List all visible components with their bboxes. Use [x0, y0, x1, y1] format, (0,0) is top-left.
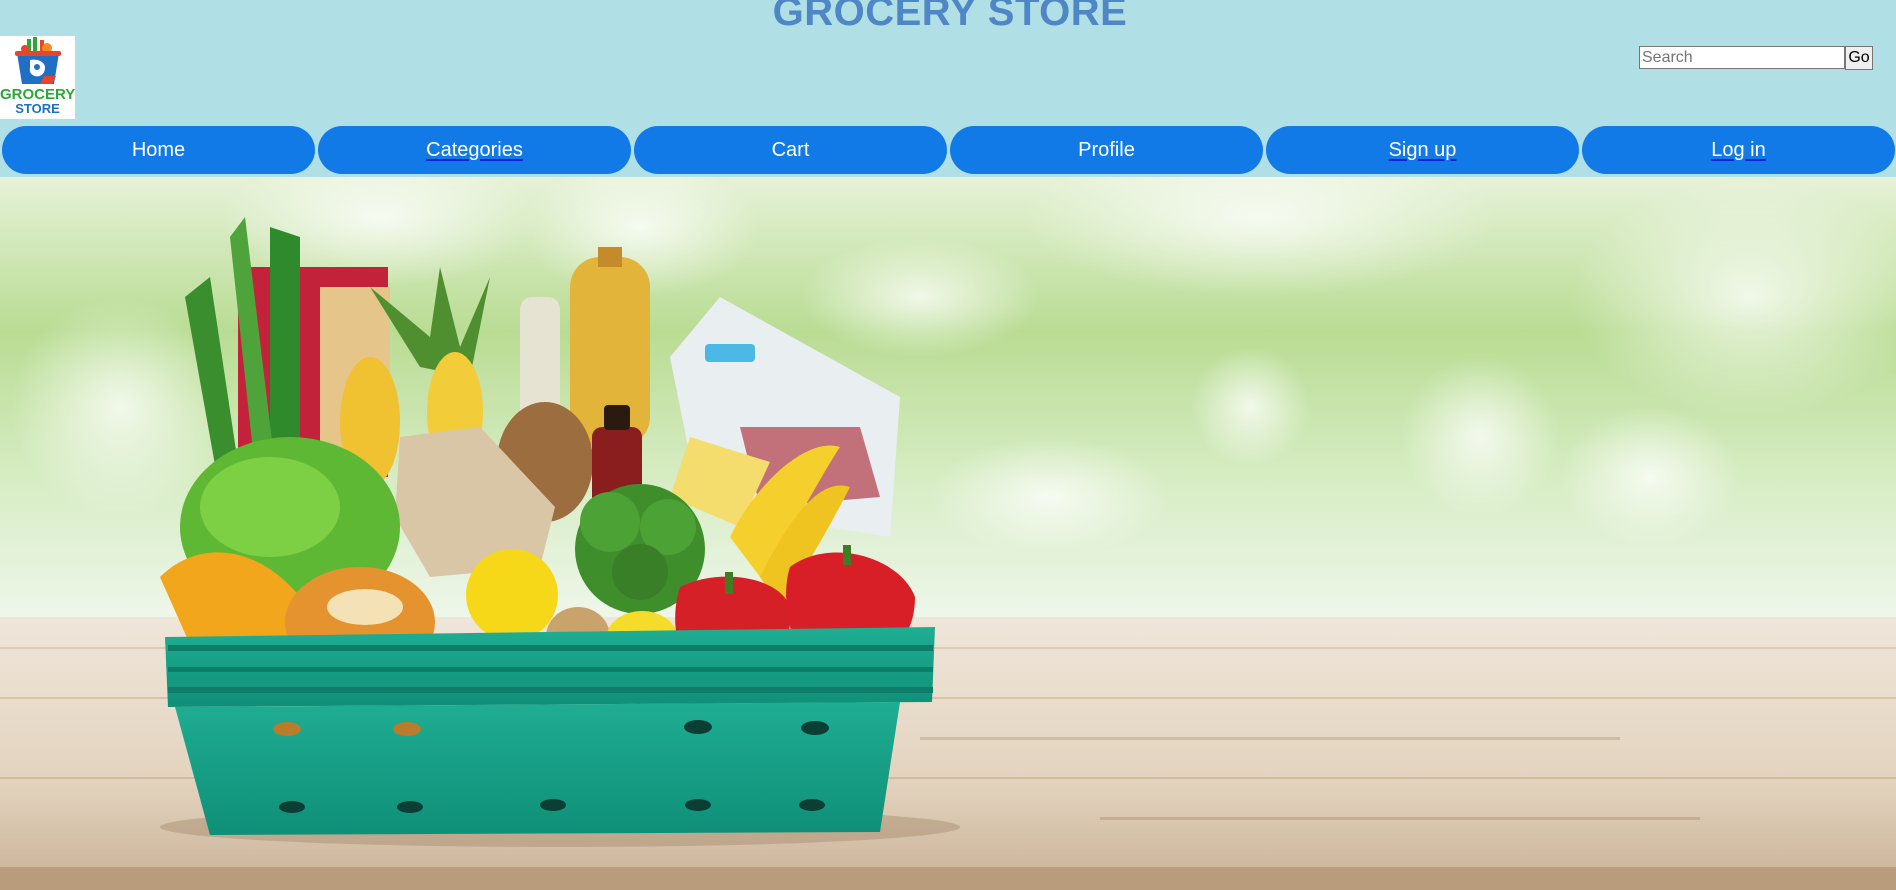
nav-profile[interactable]: Profile: [950, 126, 1263, 174]
search-input[interactable]: [1639, 46, 1845, 69]
nav-sign-up-label: Sign up: [1388, 139, 1457, 161]
nav-cart-label: Cart: [771, 139, 810, 161]
store-logo[interactable]: GROCERY STORE: [0, 36, 75, 119]
nav-categories[interactable]: Categories: [318, 126, 631, 174]
site-title: GROCERY STORE: [772, 0, 1128, 34]
nav-cart[interactable]: Cart: [634, 126, 947, 174]
nav-sign-up[interactable]: Sign up: [1266, 126, 1579, 174]
main-nav: Home Categories Cart Profile Sign up Log…: [2, 126, 1896, 174]
search-form: Go: [1639, 46, 1873, 70]
go-button[interactable]: Go: [1845, 46, 1873, 70]
nav-home[interactable]: Home: [2, 126, 315, 174]
logo-text-grocery: GROCERY: [0, 86, 75, 103]
nav-profile-label: Profile: [1078, 139, 1135, 161]
nav-categories-label: Categories: [426, 139, 523, 161]
logo-text-store: STORE: [15, 101, 60, 116]
site-header: GROCERY STORE GROCERY STORE Go Home Cate…: [0, 0, 1896, 177]
basket-logo-icon: [15, 37, 61, 84]
hero-image: [0, 177, 1896, 890]
grocery-basket-photo: [0, 177, 1896, 890]
nav-home-label: Home: [131, 139, 186, 161]
nav-log-in-label: Log in: [1711, 139, 1766, 161]
nav-log-in[interactable]: Log in: [1582, 126, 1895, 174]
